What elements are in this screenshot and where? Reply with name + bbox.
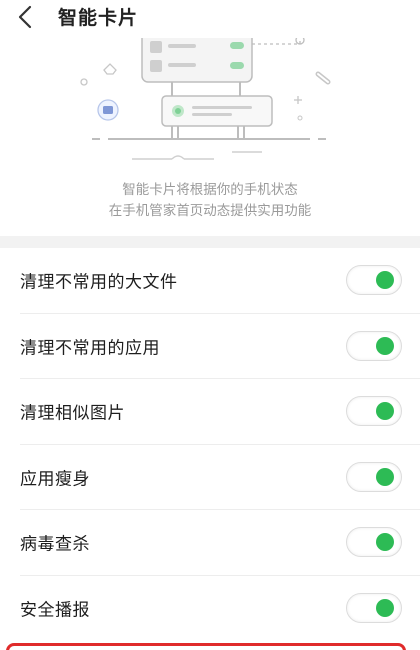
chevron-left-icon: [18, 5, 32, 29]
setting-label: 清理不常用的大文件: [20, 272, 178, 293]
toggle-switch[interactable]: [346, 527, 402, 558]
toggle-knob: [376, 599, 394, 618]
section-divider: [0, 236, 420, 248]
toggle-switch[interactable]: [346, 593, 402, 624]
setting-row-security-report: 安全播报: [20, 576, 420, 642]
setting-row-unused-apps: 清理不常用的应用: [20, 314, 420, 379]
setting-label: 安全播报: [20, 600, 90, 621]
toggle-knob: [376, 336, 394, 355]
toggle-switch[interactable]: [346, 330, 402, 361]
highlight-frame: [6, 643, 406, 650]
setting-label: 清理不常用的应用: [20, 338, 160, 359]
settings-list: 清理不常用的大文件 清理不常用的应用 清理相似图片 应用瘦身 病毒查杀 安全播报: [0, 248, 420, 641]
smart-card-illustration: [0, 31, 420, 178]
setting-row-app-slimming: 应用瘦身: [20, 445, 420, 510]
toggle-knob: [376, 402, 394, 421]
toggle-switch[interactable]: [346, 396, 402, 427]
description-line-2: 在手机管家首页动态提供实用功能: [108, 203, 312, 219]
setting-row-large-files: 清理不常用的大文件: [20, 248, 420, 314]
toggle-knob: [376, 271, 394, 290]
app-header: 智能卡片: [0, 0, 420, 40]
page-title: 智能卡片: [58, 7, 139, 29]
toggle-switch[interactable]: [346, 265, 402, 296]
setting-label: 应用瘦身: [20, 469, 90, 490]
feature-description: 智能卡片将根据你的手机状态 在手机管家首页动态提供实用功能: [0, 180, 420, 222]
setting-row-virus-scan: 病毒查杀: [20, 510, 420, 576]
toggle-knob: [376, 467, 394, 486]
description-line-1: 智能卡片将根据你的手机状态: [122, 182, 298, 198]
setting-row-similar-photos: 清理相似图片: [20, 379, 420, 445]
toggle-switch[interactable]: [346, 461, 402, 492]
toggle-knob: [376, 533, 394, 552]
setting-label: 病毒查杀: [20, 534, 90, 555]
setting-label: 清理相似图片: [20, 403, 125, 424]
back-button[interactable]: [10, 2, 40, 32]
